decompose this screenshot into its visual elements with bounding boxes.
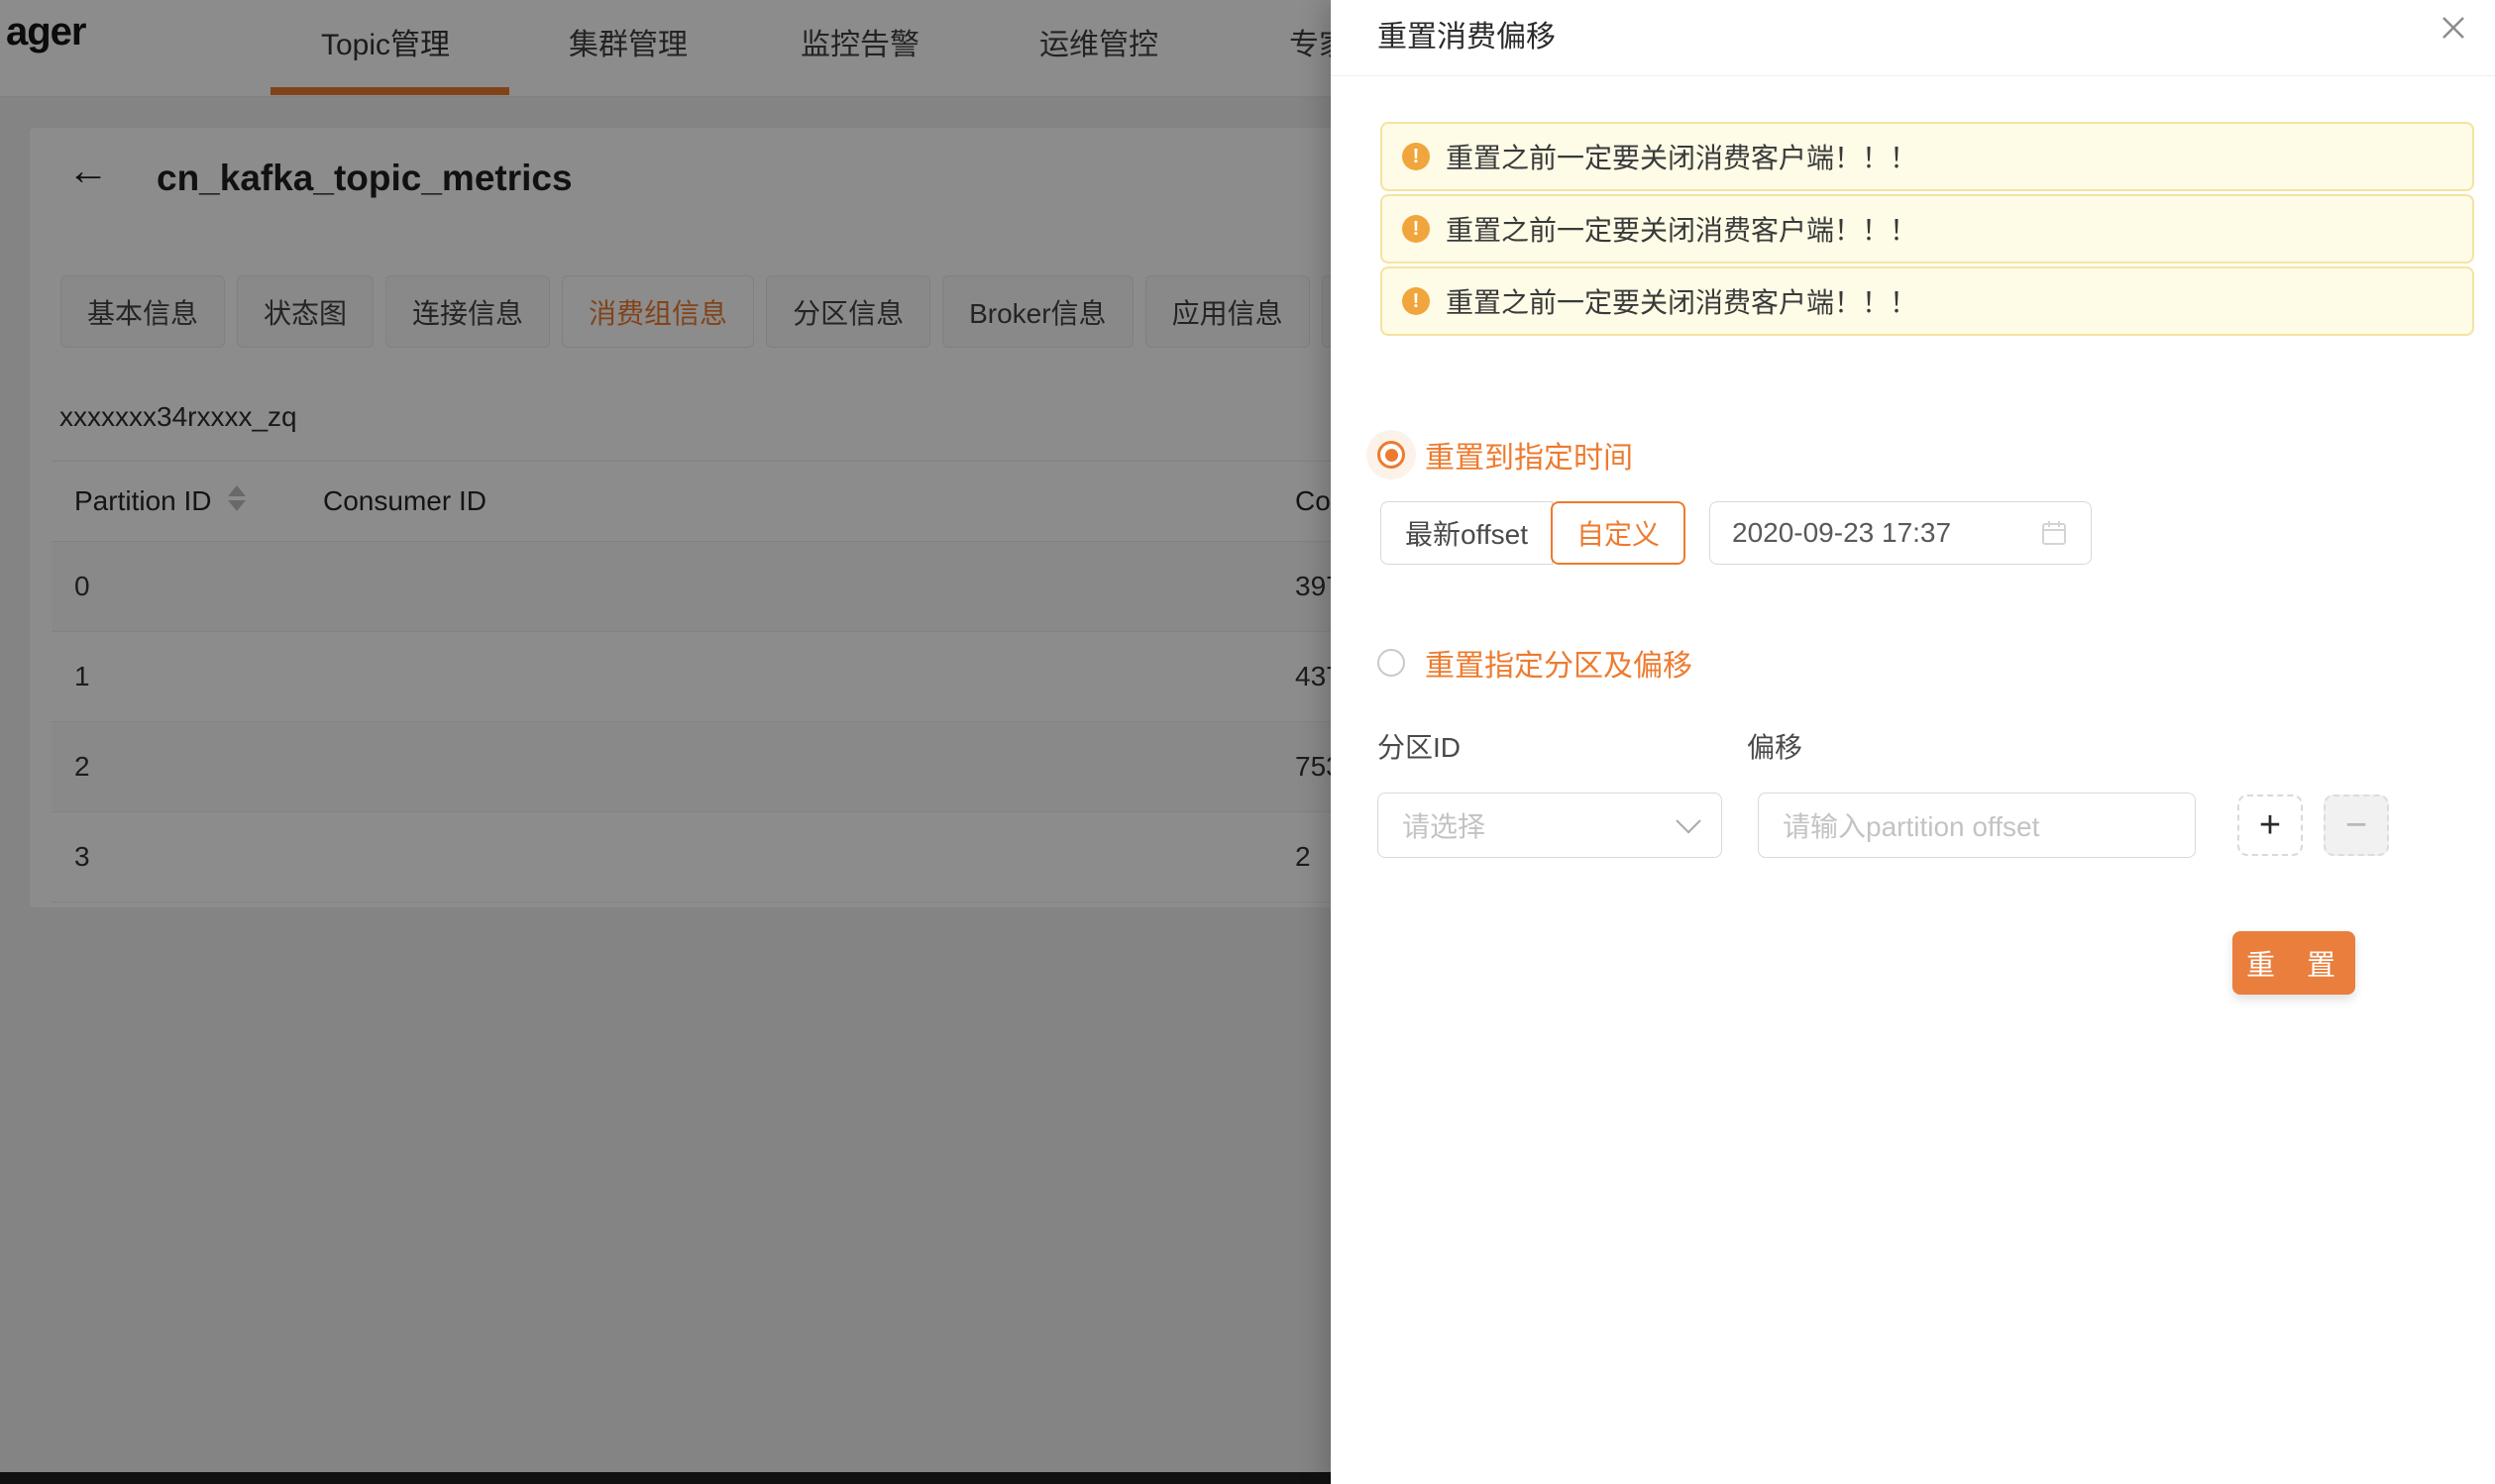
chevron-down-icon [1676, 808, 1700, 833]
radio-reset-to-time[interactable]: 重置到指定时间 [1377, 433, 1633, 477]
drawer-title: 重置消费偏移 [1377, 12, 1556, 55]
custom-offset-button[interactable]: 自定义 [1551, 501, 1685, 565]
radio-unselected-icon[interactable] [1377, 649, 1405, 677]
offset-input[interactable]: 请输入partition offset [1758, 793, 2196, 858]
exclamation-circle-icon: ! [1402, 143, 1430, 170]
calendar-icon [2039, 518, 2069, 548]
partition-select-placeholder: 请选择 [1402, 805, 1485, 845]
partition-id-label: 分区ID [1377, 726, 1461, 766]
exclamation-circle-icon: ! [1402, 287, 1430, 315]
warning-alert-text: 重置之前一定要关闭消费客户端！！！ [1446, 209, 1917, 249]
warning-alert-text: 重置之前一定要关闭消费客户端！！！ [1446, 281, 1917, 321]
partition-offset-inputs: 请选择 请输入partition offset + − [1331, 793, 2495, 860]
radio-selected-icon[interactable] [1377, 441, 1405, 469]
warning-alert: ! 重置之前一定要关闭消费客户端！！！ [1380, 194, 2474, 264]
reset-button[interactable]: 重 置 [2232, 931, 2355, 995]
remove-row-button[interactable]: − [2324, 795, 2389, 856]
partition-select[interactable]: 请选择 [1377, 793, 1722, 858]
datetime-picker[interactable]: 2020-09-23 17:37 [1709, 501, 2092, 565]
close-icon[interactable] [2434, 8, 2473, 48]
add-row-button[interactable]: + [2237, 795, 2303, 856]
time-offset-controls: 最新offset 自定义 2020-09-23 17:37 [1380, 501, 2092, 565]
offset-label: 偏移 [1747, 726, 1802, 766]
offset-input-placeholder: 请输入partition offset [1783, 805, 2039, 845]
radio-reset-partition-offset[interactable]: 重置指定分区及偏移 [1377, 641, 1692, 685]
warning-alert-text: 重置之前一定要关闭消费客户端！！！ [1446, 137, 1917, 176]
radio-reset-to-time-label: 重置到指定时间 [1425, 433, 1633, 477]
exclamation-circle-icon: ! [1402, 215, 1430, 243]
warning-alerts: ! 重置之前一定要关闭消费客户端！！！ ! 重置之前一定要关闭消费客户端！！！ … [1380, 122, 2474, 339]
warning-alert: ! 重置之前一定要关闭消费客户端！！！ [1380, 266, 2474, 336]
radio-reset-partition-offset-label: 重置指定分区及偏移 [1425, 641, 1692, 685]
reset-offset-drawer: 重置消费偏移 ! 重置之前一定要关闭消费客户端！！！ ! 重置之前一定要关闭消费… [1331, 0, 2495, 1484]
latest-offset-button[interactable]: 最新offset [1380, 501, 1553, 565]
drawer-header: 重置消费偏移 [1331, 0, 2495, 76]
warning-alert: ! 重置之前一定要关闭消费客户端！！！ [1380, 122, 2474, 191]
datetime-value: 2020-09-23 17:37 [1732, 517, 1951, 549]
